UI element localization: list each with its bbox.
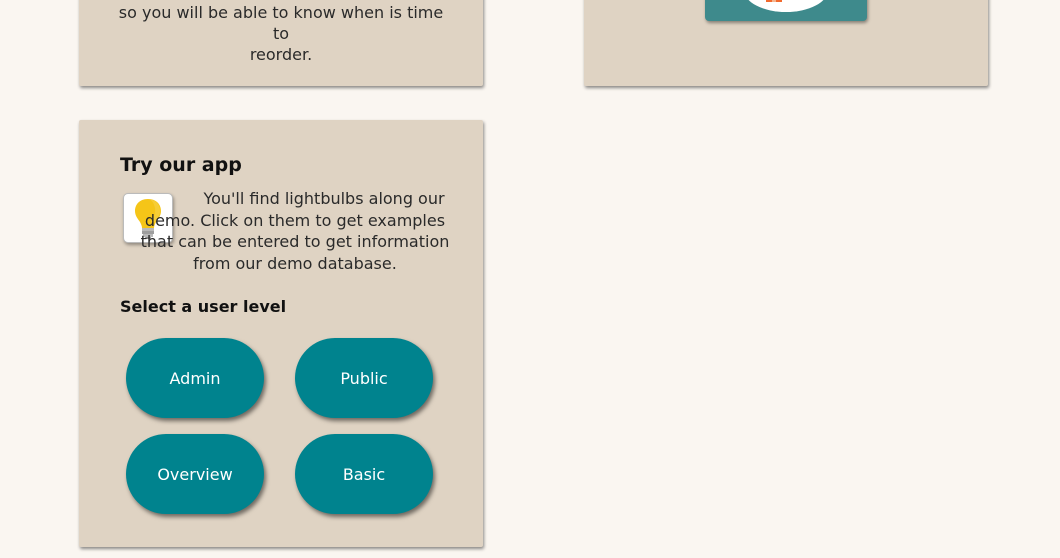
overview-level-button[interactable]: Overview (126, 434, 264, 514)
reorder-text-line-2: reorder. (249, 45, 313, 64)
reorder-description: so you will be able to know when is time… (109, 2, 453, 65)
info-card-reorder: so you will be able to know when is time… (79, 0, 483, 86)
public-level-button[interactable]: Public (295, 338, 433, 418)
gift-box-illustration-icon (705, 0, 867, 21)
admin-level-button[interactable]: Admin (126, 338, 264, 418)
tip-text: You'll find lightbulbs along our demo. C… (140, 189, 450, 273)
try-app-card: Try our app You'll find lightbulbs along… (79, 120, 483, 547)
app-card-title: Try our app (120, 154, 242, 176)
tip-description: You'll find lightbulbs along our demo. C… (135, 188, 455, 274)
info-card-illustration (584, 0, 988, 86)
reorder-text-line-1: so you will be able to know when is time… (118, 3, 444, 43)
basic-level-button[interactable]: Basic (295, 434, 433, 514)
page: so you will be able to know when is time… (0, 0, 1060, 558)
user-level-label: Select a user level (120, 297, 287, 316)
